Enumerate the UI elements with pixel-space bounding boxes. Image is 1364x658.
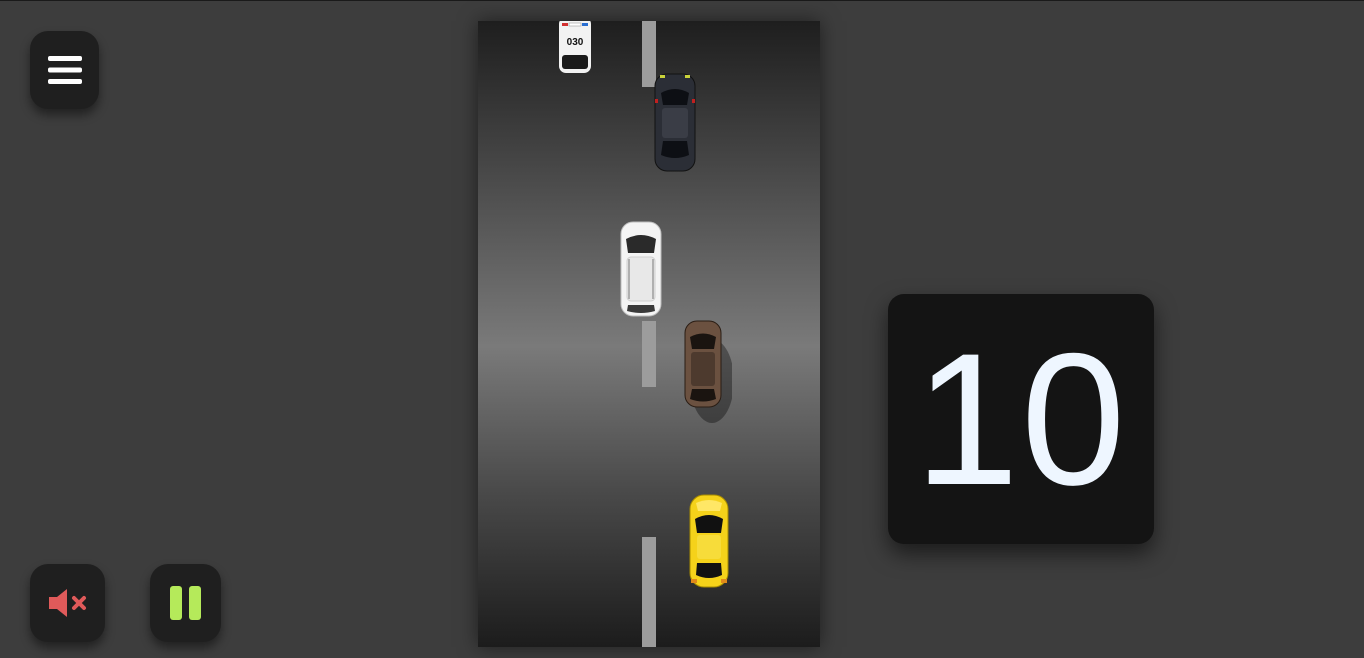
road: 030 xyxy=(478,21,820,647)
lane-divider xyxy=(642,537,656,647)
pause-icon xyxy=(169,586,201,620)
white-suv-car xyxy=(620,221,662,317)
score-value: 10 xyxy=(914,314,1128,524)
top-border xyxy=(0,0,1364,1)
lane-divider xyxy=(642,321,656,387)
brown-car xyxy=(684,320,732,423)
speaker-muted-icon xyxy=(48,589,86,617)
pause-button[interactable] xyxy=(150,564,221,642)
hamburger-menu-icon xyxy=(47,56,82,84)
police-car-number: 030 xyxy=(567,37,584,48)
player-yellow-car xyxy=(689,494,729,588)
mute-button[interactable] xyxy=(30,564,105,642)
menu-button[interactable] xyxy=(30,31,99,109)
police-car: 030 xyxy=(559,21,591,73)
score-panel: 10 xyxy=(888,294,1154,544)
dark-sedan-car xyxy=(654,73,696,172)
